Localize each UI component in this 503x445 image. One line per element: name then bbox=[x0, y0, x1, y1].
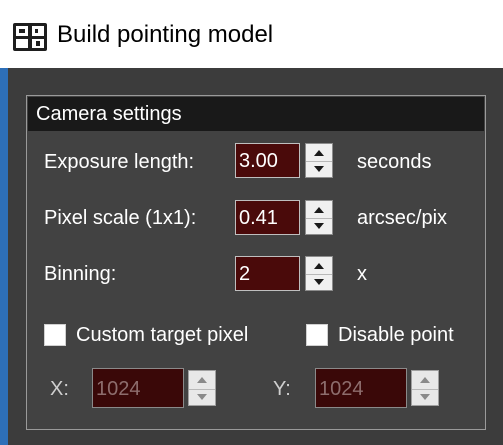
target-x-value: 1024 bbox=[96, 378, 141, 400]
binning-unit: x bbox=[357, 263, 367, 285]
target-y-input[interactable]: 1024 bbox=[315, 368, 407, 408]
chevron-down-icon bbox=[197, 394, 207, 400]
target-x-input[interactable]: 1024 bbox=[92, 368, 184, 408]
exposure-length-spinner[interactable] bbox=[305, 143, 333, 178]
exposure-length-label: Exposure length: bbox=[44, 151, 195, 173]
app-icon bbox=[13, 23, 47, 51]
chevron-up-icon bbox=[197, 377, 207, 383]
target-y-value: 1024 bbox=[319, 378, 364, 400]
binning-down-button[interactable] bbox=[306, 274, 332, 290]
custom-target-pixel-label[interactable]: Custom target pixel bbox=[76, 322, 248, 348]
target-x-up-button[interactable] bbox=[189, 371, 215, 390]
chevron-up-icon bbox=[420, 377, 430, 383]
exposure-length-unit: seconds bbox=[357, 151, 432, 173]
binning-spinner[interactable] bbox=[305, 256, 333, 291]
title-bar[interactable]: Build pointing model bbox=[0, 0, 503, 68]
target-x-label: X: bbox=[50, 378, 69, 400]
exposure-up-button[interactable] bbox=[306, 144, 332, 162]
chevron-down-icon bbox=[314, 223, 324, 229]
pixel-scale-up-button[interactable] bbox=[306, 201, 332, 219]
chevron-down-icon bbox=[314, 279, 324, 285]
target-y-spinner[interactable] bbox=[411, 370, 439, 406]
binning-up-button[interactable] bbox=[306, 257, 332, 275]
chevron-down-icon bbox=[420, 394, 430, 400]
exposure-length-value: 3.00 bbox=[239, 150, 278, 172]
chevron-up-icon bbox=[314, 206, 324, 213]
chevron-down-icon bbox=[314, 166, 324, 172]
pixel-scale-spinner[interactable] bbox=[305, 200, 333, 235]
target-y-down-button[interactable] bbox=[412, 389, 438, 405]
pixel-scale-label: Pixel scale (1x1): bbox=[44, 207, 197, 229]
custom-target-pixel-checkbox[interactable] bbox=[44, 324, 66, 346]
target-y-up-button[interactable] bbox=[412, 371, 438, 390]
pixel-scale-input[interactable]: 0.41 bbox=[235, 200, 300, 235]
chevron-up-icon bbox=[314, 262, 324, 269]
target-x-down-button[interactable] bbox=[189, 389, 215, 405]
binning-value: 2 bbox=[239, 263, 251, 285]
window-title: Build pointing model bbox=[57, 21, 274, 48]
target-x-spinner[interactable] bbox=[188, 370, 216, 406]
target-y-label: Y: bbox=[273, 378, 291, 400]
pixel-scale-unit: arcsec/pix bbox=[357, 207, 448, 229]
pixel-scale-value: 0.41 bbox=[239, 207, 278, 229]
exposure-down-button[interactable] bbox=[306, 161, 332, 177]
window-left-border bbox=[0, 68, 8, 445]
pixel-scale-down-button[interactable] bbox=[306, 218, 332, 234]
binning-input[interactable]: 2 bbox=[235, 256, 300, 291]
disable-point-label[interactable]: Disable point bbox=[338, 322, 454, 348]
chevron-up-icon bbox=[314, 149, 324, 156]
camera-settings-title: Camera settings bbox=[36, 103, 182, 125]
disable-point-checkbox[interactable] bbox=[306, 324, 328, 346]
binning-label: Binning: bbox=[44, 263, 117, 285]
exposure-length-input[interactable]: 3.00 bbox=[235, 143, 300, 178]
